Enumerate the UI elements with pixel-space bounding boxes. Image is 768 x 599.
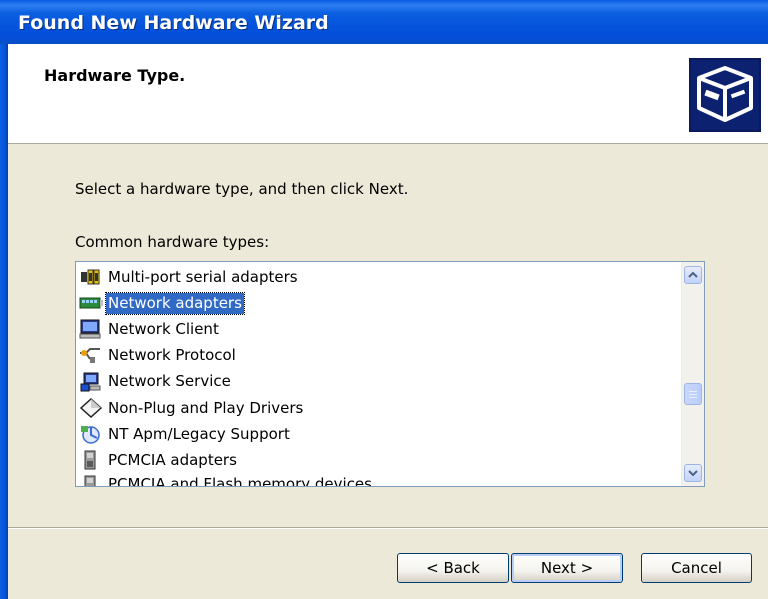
list-item-pcmcia-and-flash-memory-devices[interactable]: PCMCIA and Flash memory devices	[78, 474, 682, 487]
title-bar[interactable]: Found New Hardware Wizard	[0, 0, 768, 44]
list-item-label: Non-Plug and Play Drivers	[108, 398, 304, 417]
list-item-network-adapters[interactable]: Network adapters	[78, 290, 682, 316]
list-item-label: NT Apm/Legacy Support	[108, 424, 290, 443]
thumb-grip	[689, 391, 697, 392]
hardware-type-listbox[interactable]: Multi-port serial adapters Network adapt…	[75, 261, 705, 487]
list-item-network-protocol[interactable]: Network Protocol	[78, 343, 682, 369]
hardware-wizard-icon	[689, 58, 761, 132]
next-button[interactable]: Next >	[511, 553, 623, 583]
chevron-up-icon	[688, 271, 698, 278]
list-item-pcmcia-adapters[interactable]: PCMCIA adapters	[78, 447, 682, 473]
page-title: Hardware Type.	[44, 66, 186, 85]
flash-memory-icon	[84, 475, 96, 486]
window-frame-left	[0, 44, 8, 599]
list-item-non-plug-and-play-drivers[interactable]: Non-Plug and Play Drivers	[78, 395, 682, 421]
scroll-down-button[interactable]	[684, 464, 702, 482]
chevron-down-icon	[688, 470, 698, 477]
list-item-nt-apm-legacy-support[interactable]: NT Apm/Legacy Support	[78, 421, 682, 447]
list-item-label: Network adapters	[105, 291, 245, 315]
list-item-label: Network Service	[108, 372, 231, 391]
network-protocol-icon	[80, 347, 100, 363]
scroll-up-button[interactable]	[684, 266, 702, 284]
instruction-text: Select a hardware type, and then click N…	[75, 180, 409, 198]
network-service-icon	[80, 372, 101, 392]
list-item-label: Network Client	[108, 319, 219, 338]
list-item-network-client[interactable]: Network Client	[78, 316, 682, 342]
back-button[interactable]: < Back	[397, 553, 509, 583]
thumb-grip	[689, 397, 697, 398]
list-item-multi-port-serial-adapters[interactable]: Multi-port serial adapters	[78, 264, 682, 290]
serial-port-icon	[81, 269, 100, 285]
cancel-button[interactable]: Cancel	[641, 553, 752, 583]
network-adapter-icon	[79, 297, 103, 309]
list-item-label: Network Protocol	[108, 346, 236, 365]
thumb-grip	[689, 394, 697, 395]
window-title: Found New Hardware Wizard	[18, 12, 329, 34]
hardware-type-list: Multi-port serial adapters Network adapt…	[78, 264, 682, 487]
list-item-label: Multi-port serial adapters	[108, 267, 298, 286]
list-item-label: PCMCIA adapters	[108, 450, 237, 469]
driver-diamond-icon	[79, 398, 103, 419]
list-scrollbar[interactable]	[681, 262, 704, 486]
footer-separator-highlight	[8, 528, 768, 529]
hardware-types-label: Common hardware types:	[75, 233, 270, 251]
scroll-thumb[interactable]	[684, 383, 702, 405]
pcmcia-icon	[84, 450, 96, 470]
legacy-support-icon	[81, 426, 100, 444]
network-client-icon	[79, 319, 101, 339]
wizard-header: Hardware Type.	[8, 44, 768, 144]
list-item-label: PCMCIA and Flash memory devices	[108, 474, 372, 487]
list-item-network-service[interactable]: Network Service	[78, 369, 682, 395]
